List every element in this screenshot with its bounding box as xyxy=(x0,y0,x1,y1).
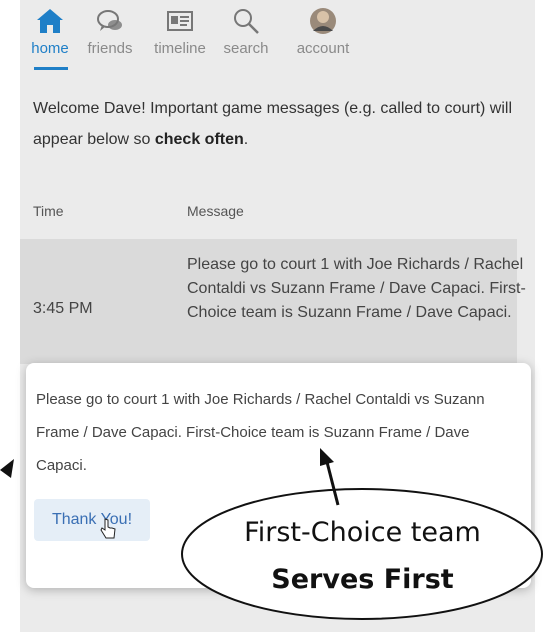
nav-home[interactable]: home xyxy=(20,6,80,68)
nav-account[interactable]: account xyxy=(288,6,358,68)
nav-friends[interactable]: friends xyxy=(80,6,140,68)
column-header-time: Time xyxy=(33,203,64,219)
hand-cursor-icon xyxy=(100,518,116,539)
top-nav: home friends timeline search account xyxy=(20,0,535,70)
nav-search-label: search xyxy=(223,40,269,57)
search-icon xyxy=(234,9,259,34)
nav-account-label: account xyxy=(296,40,350,57)
row-time: 3:45 PM xyxy=(33,300,93,317)
message-dialog: Please go to court 1 with Joe Richards /… xyxy=(26,363,531,588)
left-pointer-arrow xyxy=(0,459,14,478)
welcome-end: . xyxy=(243,131,249,148)
welcome-emphasis: check often xyxy=(154,131,244,148)
welcome-text: Welcome Dave! Important game messages (e… xyxy=(33,100,513,148)
nav-timeline-label: timeline xyxy=(154,40,206,57)
welcome-message: Welcome Dave! Important game messages (e… xyxy=(33,93,523,155)
annotation-line-2: Serves First xyxy=(271,564,454,595)
dialog-text: Please go to court 1 with Joe Richards /… xyxy=(36,391,485,474)
thank-you-button[interactable]: Thank You! xyxy=(34,499,150,541)
avatar-icon xyxy=(310,8,336,34)
nav-friends-label: friends xyxy=(87,40,133,57)
id-card-icon xyxy=(167,11,193,31)
row-message: Please go to court 1 with Joe Richards /… xyxy=(187,256,526,321)
chat-bubbles-icon xyxy=(97,10,122,31)
active-tab-indicator xyxy=(34,67,68,70)
nav-search[interactable]: search xyxy=(216,6,276,68)
nav-home-label: home xyxy=(31,40,69,57)
nav-timeline[interactable]: timeline xyxy=(150,6,210,68)
column-header-message: Message xyxy=(187,203,244,219)
annotation-line-1: First-Choice team xyxy=(244,517,481,548)
home-icon xyxy=(37,9,63,33)
